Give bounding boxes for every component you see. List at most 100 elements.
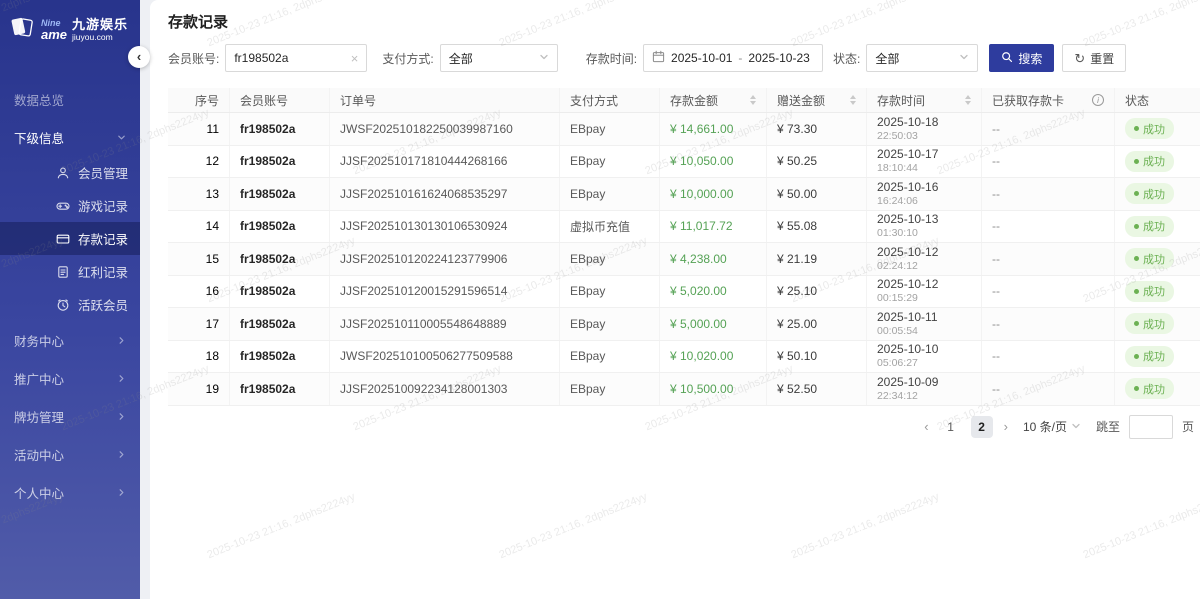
cell-amount: ¥ 5,020.00 — [660, 276, 767, 308]
status-badge: 成功 — [1125, 118, 1174, 139]
brand-logo[interactable]: Nine ame 九游娱乐 jiuyou.com — [0, 0, 140, 58]
jump-to-label: 跳至 — [1096, 418, 1120, 435]
cell-bonus: ¥ 25.00 — [767, 308, 867, 340]
cell-order: JWSF202510100506277509588 — [330, 341, 560, 373]
sidebar-collapse-button[interactable]: ‹ — [128, 46, 150, 68]
status-select[interactable]: 全部 — [866, 44, 978, 72]
sidebar-item-finance-center[interactable]: 财务中心 — [0, 321, 140, 359]
sidebar-item-label: 活跃会员 — [78, 295, 128, 314]
status-dot-icon — [1134, 159, 1139, 164]
status-dot-icon — [1134, 386, 1139, 391]
reset-icon: ↻ — [1074, 52, 1085, 65]
cell-time: 2025-10-1718:10:44 — [867, 146, 982, 178]
sidebar-item-activity-center[interactable]: 活动中心 — [0, 435, 140, 473]
cell-serial: 15 — [168, 243, 230, 275]
sidebar-item-paifang-management[interactable]: 牌坊管理 — [0, 397, 140, 435]
pay-method-select[interactable]: 全部 — [440, 44, 558, 72]
column-header-label: 序号 — [195, 92, 219, 109]
cell-method: 虚拟币充值 — [560, 211, 660, 243]
status-select-value: 全部 — [875, 50, 899, 67]
cell-account: fr198502a — [230, 276, 330, 308]
sidebar: Nine ame 九游娱乐 jiuyou.com 数据总览下级信息会员管理游戏记… — [0, 0, 140, 599]
cell-method: EBpay — [560, 341, 660, 373]
logo-name-text: 九游娱乐 jiuyou.com — [72, 18, 128, 42]
table-row: 15fr198502aJJSF202510120224123779906EBpa… — [168, 243, 1200, 276]
cell-amount: ¥ 11,017.72 — [660, 211, 767, 243]
pagination-page-1[interactable]: 1 — [940, 416, 962, 438]
sidebar-item-label: 财务中心 — [14, 331, 64, 350]
info-icon[interactable]: i — [1092, 94, 1104, 106]
cell-time: 2025-10-1822:50:03 — [867, 113, 982, 145]
status-filter-label: 状态: — [833, 50, 860, 67]
status-dot-icon — [1134, 191, 1139, 196]
page-size-select[interactable]: 10 条/页 — [1023, 418, 1081, 435]
table-row: 17fr198502aJJSF202510110005548648889EBpa… — [168, 308, 1200, 341]
cell-time: 2025-10-1301:30:10 — [867, 211, 982, 243]
cell-order: JWSF202510182250039987160 — [330, 113, 560, 145]
cell-account: fr198502a — [230, 113, 330, 145]
status-dot-icon — [1134, 354, 1139, 359]
sidebar-item-label: 会员管理 — [78, 163, 128, 182]
calendar-icon — [652, 50, 665, 66]
chevron-right-icon — [117, 412, 126, 421]
search-button[interactable]: 搜索 — [989, 44, 1054, 72]
status-badge: 成功 — [1125, 151, 1174, 172]
account-input-box: × — [225, 44, 367, 72]
sidebar-item-game-records[interactable]: 游戏记录 — [0, 189, 140, 222]
cell-amount: ¥ 10,000.00 — [660, 178, 767, 210]
cell-amount: ¥ 10,050.00 — [660, 146, 767, 178]
sidebar-gutter — [140, 0, 150, 599]
cell-bonus: ¥ 50.00 — [767, 178, 867, 210]
status-badge: 成功 — [1125, 281, 1174, 302]
column-header-bonus: 赠送金额 — [767, 88, 867, 112]
deposit-records-table: 序号会员账号订单号支付方式存款金额赠送金额存款时间已获取存款卡i状态11fr19… — [168, 88, 1200, 406]
sidebar-item-subordinate-info[interactable]: 下级信息 — [0, 118, 140, 156]
search-button-label: 搜索 — [1018, 50, 1042, 67]
main-content: 存款记录 会员账号: × 支付方式: 全部 存款时间: 2025-10-01 - — [150, 0, 1200, 599]
sort-icon[interactable] — [750, 95, 756, 105]
table-row: 18fr198502aJWSF202510100506277509588EBpa… — [168, 341, 1200, 374]
cell-bonus: ¥ 52.50 — [767, 373, 867, 405]
cell-card: -- — [982, 308, 1115, 340]
clear-icon[interactable]: × — [351, 52, 359, 65]
column-header-card: 已获取存款卡i — [982, 88, 1115, 112]
cell-method: EBpay — [560, 146, 660, 178]
cell-order: JJSF202510110005548648889 — [330, 308, 560, 340]
sidebar-item-label: 个人中心 — [14, 483, 64, 502]
page: Nine ame 九游娱乐 jiuyou.com 数据总览下级信息会员管理游戏记… — [0, 0, 1200, 599]
sidebar-item-bonus-records[interactable]: 红利记录 — [0, 255, 140, 288]
cell-amount: ¥ 14,661.00 — [660, 113, 767, 145]
pagination-prev-icon[interactable]: ‹ — [922, 419, 930, 434]
column-header-label: 会员账号 — [240, 92, 288, 109]
account-input[interactable] — [234, 51, 334, 65]
sidebar-item-member-management[interactable]: 会员管理 — [0, 156, 140, 189]
cell-time: 2025-10-1202:24:12 — [867, 243, 982, 275]
sort-icon[interactable] — [850, 95, 856, 105]
cell-status: 成功 — [1115, 308, 1200, 340]
sidebar-item-active-members[interactable]: 活跃会员 — [0, 288, 140, 321]
reset-button-label: 重置 — [1090, 50, 1114, 67]
sidebar-item-label: 游戏记录 — [78, 196, 128, 215]
column-header-serial: 序号 — [168, 88, 230, 112]
pagination-next-icon[interactable]: › — [1002, 419, 1010, 434]
status-badge: 成功 — [1125, 216, 1174, 237]
cell-serial: 13 — [168, 178, 230, 210]
cell-time: 2025-10-1200:15:29 — [867, 276, 982, 308]
reset-button[interactable]: ↻ 重置 — [1062, 44, 1126, 72]
cell-serial: 11 — [168, 113, 230, 145]
cell-bonus: ¥ 21.19 — [767, 243, 867, 275]
cell-method: EBpay — [560, 373, 660, 405]
cell-time: 2025-10-1100:05:54 — [867, 308, 982, 340]
sidebar-item-deposit-records[interactable]: 存款记录 — [0, 222, 140, 255]
deposit-time-range-picker[interactable]: 2025-10-01 - 2025-10-23 — [643, 44, 823, 72]
column-header-method: 支付方式 — [560, 88, 660, 112]
sidebar-menu: 数据总览下级信息会员管理游戏记录存款记录红利记录活跃会员财务中心推广中心牌坊管理… — [0, 58, 140, 511]
sidebar-item-promotion-center[interactable]: 推广中心 — [0, 359, 140, 397]
jump-to-input[interactable] — [1129, 415, 1173, 439]
sidebar-item-data-overview[interactable]: 数据总览 — [0, 80, 140, 118]
sidebar-item-personal-center[interactable]: 个人中心 — [0, 473, 140, 511]
cell-card: -- — [982, 211, 1115, 243]
chevron-right-icon — [117, 488, 126, 497]
pagination-page-2[interactable]: 2 — [971, 416, 993, 438]
sort-icon[interactable] — [965, 95, 971, 105]
